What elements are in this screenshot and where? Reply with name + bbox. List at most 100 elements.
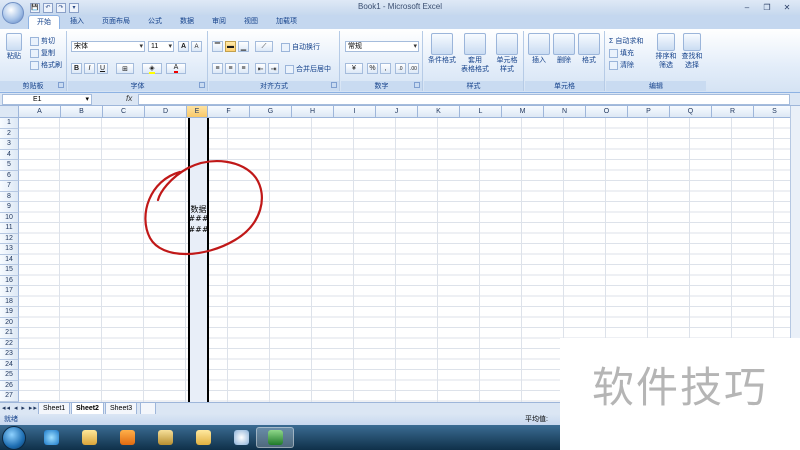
- tab-insert[interactable]: 插入: [62, 15, 92, 29]
- borders-button[interactable]: ⊞: [116, 63, 134, 74]
- column-header-b[interactable]: B: [61, 106, 103, 118]
- taskbar-app4[interactable]: [146, 427, 184, 448]
- row-header-19[interactable]: 19: [0, 307, 19, 318]
- minimize-button[interactable]: –: [738, 1, 756, 13]
- column-header-d[interactable]: D: [145, 106, 187, 118]
- fx-icon[interactable]: fx: [126, 94, 132, 103]
- row-header-5[interactable]: 5: [0, 160, 19, 171]
- column-header-o[interactable]: O: [586, 106, 628, 118]
- align-bottom-button[interactable]: ▁: [238, 41, 249, 52]
- tab-page-layout[interactable]: 页面布局: [94, 15, 138, 29]
- fill-button[interactable]: 填充: [609, 48, 634, 58]
- column-header-a[interactable]: A: [19, 106, 61, 118]
- row-header-17[interactable]: 17: [0, 286, 19, 297]
- increase-decimal-button[interactable]: .0: [395, 63, 406, 74]
- cut-button[interactable]: 剪切: [30, 36, 55, 46]
- taskbar-ie[interactable]: [32, 427, 70, 448]
- column-header-j[interactable]: J: [376, 106, 418, 118]
- row-header-18[interactable]: 18: [0, 296, 19, 307]
- row-header-27[interactable]: 27: [0, 391, 19, 402]
- row-header-20[interactable]: 20: [0, 317, 19, 328]
- office-button[interactable]: [2, 2, 24, 24]
- close-button[interactable]: ✕: [778, 1, 796, 13]
- row-header-3[interactable]: 3: [0, 139, 19, 150]
- start-button[interactable]: [2, 426, 26, 450]
- clear-button[interactable]: 清除: [609, 60, 634, 70]
- taskbar-explorer[interactable]: [70, 427, 108, 448]
- row-header-8[interactable]: 8: [0, 191, 19, 202]
- row-header-11[interactable]: 11: [0, 223, 19, 234]
- fill-color-button[interactable]: ◈: [142, 63, 162, 74]
- row-header-2[interactable]: 2: [0, 128, 19, 139]
- grow-font-button[interactable]: A: [178, 41, 189, 52]
- column-header-l[interactable]: L: [460, 106, 502, 118]
- row-header-6[interactable]: 6: [0, 170, 19, 181]
- column-header-m[interactable]: M: [502, 106, 544, 118]
- decrease-indent-button[interactable]: ⇤: [255, 63, 266, 74]
- row-header-15[interactable]: 15: [0, 265, 19, 276]
- name-box[interactable]: E1: [2, 94, 92, 105]
- cell-e10[interactable]: ###: [188, 214, 209, 223]
- column-header-g[interactable]: G: [250, 106, 292, 118]
- cell-styles-button[interactable]: 单元格 样式: [492, 33, 522, 74]
- paste-button[interactable]: 粘贴: [4, 33, 24, 61]
- insert-cells-button[interactable]: 插入: [527, 33, 551, 65]
- currency-button[interactable]: ¥: [345, 63, 363, 74]
- tab-addins[interactable]: 加载项: [268, 15, 305, 29]
- align-center-button[interactable]: ≡: [225, 63, 236, 74]
- column-header-c[interactable]: C: [103, 106, 145, 118]
- row-header-22[interactable]: 22: [0, 338, 19, 349]
- row-header-16[interactable]: 16: [0, 275, 19, 286]
- format-painter-button[interactable]: 格式刷: [30, 60, 62, 70]
- autosum-button[interactable]: Σ 自动求和: [609, 36, 643, 46]
- select-all-corner[interactable]: [0, 106, 19, 118]
- tab-view[interactable]: 视图: [236, 15, 266, 29]
- column-header-r[interactable]: R: [712, 106, 754, 118]
- dialog-launcher-icon[interactable]: [199, 82, 205, 88]
- shrink-font-button[interactable]: A: [191, 41, 202, 52]
- taskbar-outlook[interactable]: [184, 427, 222, 448]
- taskbar-paint[interactable]: [222, 427, 260, 448]
- column-header-h[interactable]: H: [292, 106, 334, 118]
- tab-home[interactable]: 开始: [28, 15, 60, 29]
- dialog-launcher-icon[interactable]: [331, 82, 337, 88]
- conditional-format-button[interactable]: 条件格式: [426, 33, 458, 65]
- column-header-i[interactable]: I: [334, 106, 376, 118]
- row-header-21[interactable]: 21: [0, 328, 19, 339]
- tab-formulas[interactable]: 公式: [140, 15, 170, 29]
- row-header-12[interactable]: 12: [0, 233, 19, 244]
- font-size-combo[interactable]: 11: [148, 41, 174, 52]
- column-header-e[interactable]: E: [187, 106, 208, 118]
- align-right-button[interactable]: ≡: [238, 63, 249, 74]
- column-header-f[interactable]: F: [208, 106, 250, 118]
- sort-filter-button[interactable]: 排序和 筛选: [654, 33, 678, 70]
- column-header-q[interactable]: Q: [670, 106, 712, 118]
- row-header-25[interactable]: 25: [0, 370, 19, 381]
- row-header-13[interactable]: 13: [0, 244, 19, 255]
- row-header-4[interactable]: 4: [0, 149, 19, 160]
- percent-button[interactable]: %: [367, 63, 378, 74]
- increase-indent-button[interactable]: ⇥: [268, 63, 279, 74]
- copy-button[interactable]: 复制: [30, 48, 55, 58]
- row-header-9[interactable]: 9: [0, 202, 19, 213]
- row-header-10[interactable]: 10: [0, 212, 19, 223]
- font-name-combo[interactable]: 宋体: [71, 41, 145, 52]
- row-header-24[interactable]: 24: [0, 359, 19, 370]
- taskbar-media[interactable]: [108, 427, 146, 448]
- decrease-decimal-button[interactable]: .00: [408, 63, 419, 74]
- selected-column-e[interactable]: [188, 118, 209, 402]
- number-format-combo[interactable]: 常规: [345, 41, 419, 52]
- sheet-nav-arrows[interactable]: ◂◂ ◂ ▸ ▸▸: [2, 404, 38, 412]
- align-top-button[interactable]: ▔: [212, 41, 223, 52]
- align-middle-button[interactable]: ▬: [225, 41, 236, 52]
- comma-button[interactable]: ,: [380, 63, 391, 74]
- format-as-table-button[interactable]: 套用 表格格式: [458, 33, 492, 74]
- row-header-1[interactable]: 1: [0, 118, 19, 129]
- font-color-button[interactable]: A: [166, 63, 186, 74]
- underline-button[interactable]: U: [97, 63, 108, 74]
- bold-button[interactable]: B: [71, 63, 82, 74]
- column-header-k[interactable]: K: [418, 106, 460, 118]
- tab-data[interactable]: 数据: [172, 15, 202, 29]
- align-left-button[interactable]: ≡: [212, 63, 223, 74]
- dialog-launcher-icon[interactable]: [58, 82, 64, 88]
